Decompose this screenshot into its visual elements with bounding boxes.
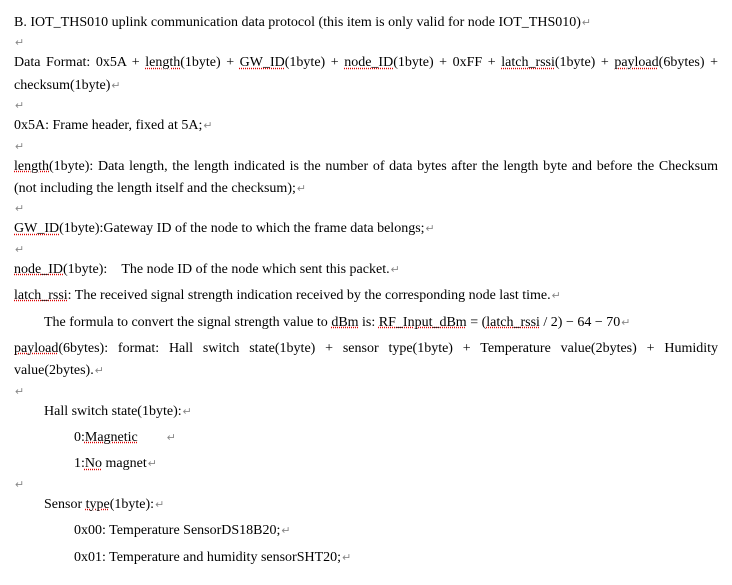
hall-title: Hall switch state(1byte):↵ xyxy=(14,401,718,423)
blank-line: ↵ xyxy=(14,204,718,214)
return-icon: ↵ xyxy=(148,458,157,470)
text: Sensor xyxy=(44,497,86,512)
return-icon: ↵ xyxy=(391,264,400,276)
text: = ( xyxy=(467,315,487,330)
text: is: xyxy=(359,315,379,330)
return-icon: ↵ xyxy=(582,17,591,29)
return-icon: ↵ xyxy=(203,120,212,132)
return-icon: ↵ xyxy=(183,406,192,418)
return-icon: ↵ xyxy=(297,183,306,195)
underline-no: No xyxy=(85,456,102,471)
text: (1byte): Data length, the length indicat… xyxy=(14,159,718,196)
underline-payload: payload xyxy=(14,341,58,356)
text: (1byte):Gateway ID of the node to which … xyxy=(59,221,424,236)
text: 0x01: Temperature and humidity sensorSHT… xyxy=(74,550,341,565)
underline-rfinputdbm: RF_Input_dBm xyxy=(379,315,467,330)
text: Data Format: 0x5A + xyxy=(14,55,145,70)
return-icon: ↵ xyxy=(552,290,561,302)
return-icon: ↵ xyxy=(155,499,164,511)
return-icon: ↵ xyxy=(342,552,351,564)
return-icon: ↵ xyxy=(167,432,176,444)
return-icon: ↵ xyxy=(95,365,104,377)
hall-option-1: 1:No magnet↵ xyxy=(14,453,718,475)
underline-length: length xyxy=(145,55,180,70)
nodeid-desc: node_ID(1byte): The node ID of the node w… xyxy=(14,259,718,281)
text: : The received signal strength indicatio… xyxy=(68,288,551,303)
return-icon: ↵ xyxy=(426,223,435,235)
return-icon: ↵ xyxy=(15,100,24,112)
return-icon: ↵ xyxy=(281,525,290,537)
frame-header-desc: 0x5A: Frame header, fixed at 5A;↵ xyxy=(14,115,718,137)
return-icon: ↵ xyxy=(15,37,24,49)
hall-option-0: 0:Magnetic ↵ xyxy=(14,427,718,449)
gwid-desc: GW_ID(1byte):Gateway ID of the node to w… xyxy=(14,218,718,240)
text: 0x5A: Frame header, fixed at 5A; xyxy=(14,118,202,133)
return-icon: ↵ xyxy=(15,479,24,491)
return-icon: ↵ xyxy=(15,386,24,398)
data-format-line: Data Format: 0x5A + length(1byte) + GW_I… xyxy=(14,52,718,97)
formula-line: The formula to convert the signal streng… xyxy=(14,312,718,334)
text: 0x00: Temperature SensorDS18B20; xyxy=(74,523,280,538)
return-icon: ↵ xyxy=(111,80,120,92)
text: (1byte) + xyxy=(555,55,614,70)
text: (1byte): xyxy=(63,262,107,277)
text: (6bytes): format: Hall switch state(1byt… xyxy=(14,341,718,378)
blank-line: ↵ xyxy=(14,38,718,48)
text: The formula to convert the signal streng… xyxy=(44,315,331,330)
underline-latchrssi: latch_rssi xyxy=(486,315,540,330)
blank-line: ↵ xyxy=(14,142,718,152)
blank-line: ↵ xyxy=(14,480,718,490)
return-icon: ↵ xyxy=(15,203,24,215)
title-text: B. IOT_THS010 uplink communication data … xyxy=(14,15,581,30)
payload-desc: payload(6bytes): format: Hall switch sta… xyxy=(14,338,718,383)
text: The node ID of the node which sent this … xyxy=(121,262,389,277)
text: (1byte): xyxy=(110,497,154,512)
text: (1byte) + xyxy=(180,55,239,70)
text: 0: xyxy=(74,430,85,445)
return-icon: ↵ xyxy=(15,244,24,256)
underline-latchrssi: latch_rssi xyxy=(501,55,555,70)
length-desc: length(1byte): Data length, the length i… xyxy=(14,156,718,201)
blank-line: ↵ xyxy=(14,101,718,111)
underline-length: length xyxy=(14,159,49,174)
text: (1byte) + 0xFF + xyxy=(393,55,501,70)
sensor-option-1: 0x01: Temperature and humidity sensorSHT… xyxy=(14,547,718,569)
text: magnet xyxy=(102,456,147,471)
underline-latchrssi: latch_rssi xyxy=(14,288,68,303)
sensor-option-0: 0x00: Temperature SensorDS18B20;↵ xyxy=(14,520,718,542)
text: (1byte) + xyxy=(285,55,344,70)
text: Hall switch state(1byte): xyxy=(44,404,182,419)
underline-dbm: dBm xyxy=(331,315,358,330)
text: / 2) − 64 − 70 xyxy=(540,315,620,330)
latchrssi-desc: latch_rssi: The received signal strength… xyxy=(14,285,718,307)
blank-line: ↵ xyxy=(14,245,718,255)
blank-line: ↵ xyxy=(14,387,718,397)
underline-type: type xyxy=(86,497,110,512)
underline-gwid: GW_ID xyxy=(14,221,59,236)
section-title: B. IOT_THS010 uplink communication data … xyxy=(14,12,718,34)
sensor-title: Sensor type(1byte):↵ xyxy=(14,494,718,516)
return-icon: ↵ xyxy=(621,317,630,329)
text: 1: xyxy=(74,456,85,471)
underline-magnetic: Magnetic xyxy=(85,430,138,445)
underline-nodeid: node_ID xyxy=(344,55,393,70)
underline-gwid: GW_ID xyxy=(240,55,285,70)
return-icon: ↵ xyxy=(15,141,24,153)
underline-payload: payload xyxy=(614,55,658,70)
underline-nodeid: node_ID xyxy=(14,262,63,277)
